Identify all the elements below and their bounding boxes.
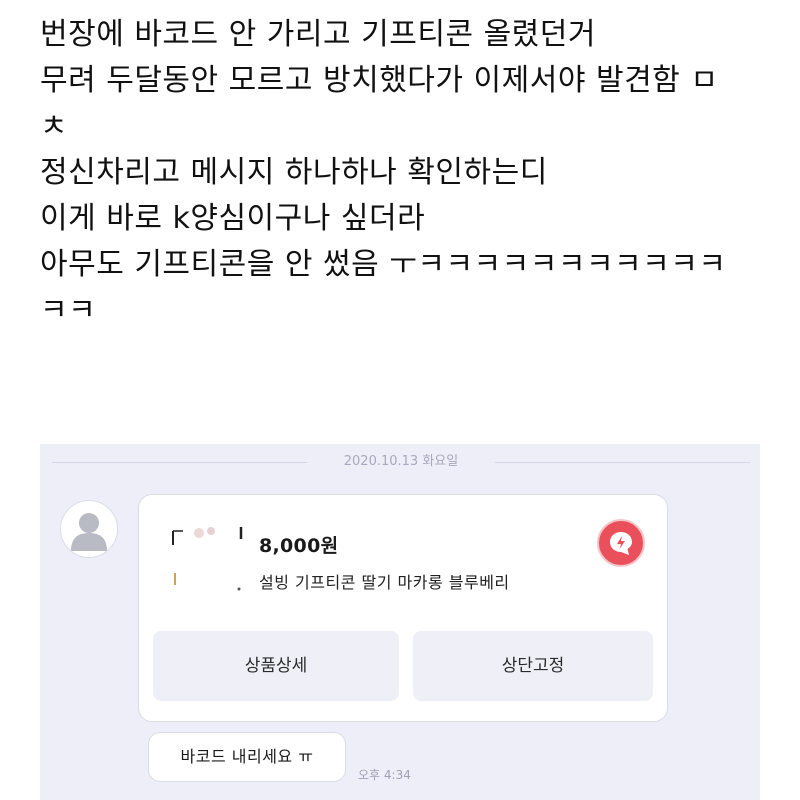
- reply-message: 바코드 내리세요 ㅠ: [148, 732, 346, 782]
- pin-to-top-button[interactable]: 상단고정: [413, 631, 653, 701]
- message-time: 오후 4:34: [358, 768, 411, 782]
- post-line: 정신차리고 메시지 하나하나 확인하는디: [40, 155, 548, 190]
- gifticon-card: 8,000원 설빙 기프티콘 딸기 마카롱 블루베리 상품상세 상단고정: [138, 494, 668, 722]
- lightning-bubble-icon: [610, 532, 632, 555]
- divider-line: [52, 462, 307, 463]
- chat-date: 2020.10.13 화요일: [343, 454, 459, 469]
- blurred-image-icon: [169, 525, 245, 601]
- product-name: 설빙 기프티콘 딸기 마카롱 블루베리: [259, 573, 510, 592]
- post-line: ㅋㅋ: [40, 293, 97, 328]
- post-text: 번장에 바코드 안 가리고 기프티콘 올렸던거 무려 두달동안 모르고 방치했다…: [40, 12, 780, 334]
- avatar[interactable]: [60, 500, 118, 558]
- person-icon: [71, 513, 107, 551]
- product-thumbnail: [169, 525, 245, 601]
- post-line: 아무도 기프티콘을 안 썼음 ㅜㅋㅋㅋㅋㅋㅋㅋㅋㅋㅋㅋ: [40, 247, 727, 282]
- price: 8,000원: [259, 535, 339, 557]
- date-divider: 2020.10.13 화요일: [40, 452, 760, 472]
- chat-screenshot: 2020.10.13 화요일 8,000원 설빙 기프티콘 딸기 마카롱 블루베…: [40, 444, 760, 800]
- alert-badge[interactable]: [597, 519, 645, 567]
- product-detail-button[interactable]: 상품상세: [153, 631, 399, 701]
- post-line: ㅊ: [40, 109, 69, 144]
- post-line: 무려 두달동안 모르고 방치했다가 이제서야 발견함 ㅁ: [40, 63, 719, 98]
- post-line: 이게 바로 k양심이구나 싶더라: [40, 201, 426, 236]
- post-line: 번장에 바코드 안 가리고 기프티콘 올렸던거: [40, 17, 596, 52]
- divider-line: [495, 462, 750, 463]
